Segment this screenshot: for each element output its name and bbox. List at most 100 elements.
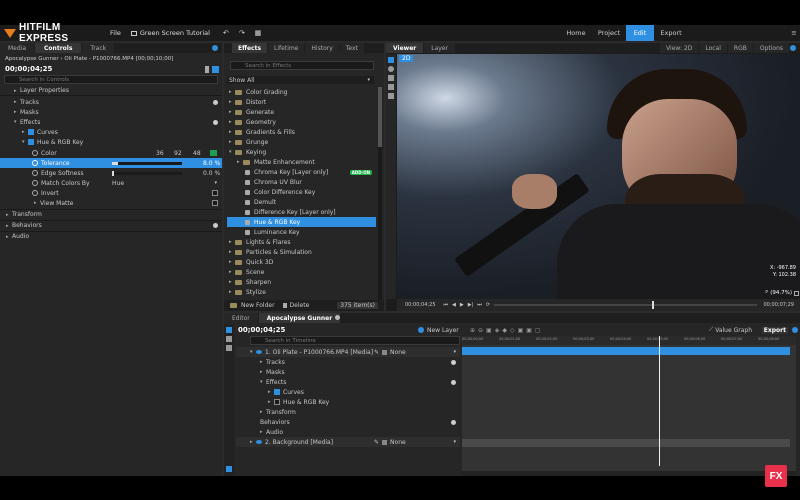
color-b-value[interactable]: 48: [193, 150, 201, 157]
grid-layout-icon[interactable]: ▦: [252, 27, 264, 39]
space-select[interactable]: Local: [699, 43, 727, 53]
timeline-row-hue_rgb[interactable]: ▸ Hue & RGB Key: [236, 397, 460, 407]
timeline-row-layer1[interactable]: ▾ 1. Oli Plate - P1000766.MP4 [Media] ✎ Non…: [236, 347, 460, 357]
effect-category[interactable]: ▸ Geometry: [227, 117, 376, 127]
edge-softness-value[interactable]: 0.0 %: [203, 170, 220, 177]
magnet-icon[interactable]: [226, 466, 232, 472]
tolerance-value[interactable]: 8.0 %: [203, 160, 220, 167]
effect-item[interactable]: Hue & RGB Key: [227, 217, 376, 227]
invert-checkbox[interactable]: [212, 190, 218, 196]
options-menu[interactable]: Options: [753, 43, 789, 53]
tab-controls[interactable]: Controls: [35, 43, 82, 53]
section-behaviors[interactable]: ▸ Behaviors: [0, 220, 222, 230]
value-graph-button[interactable]: ⟋ Value Graph: [709, 326, 752, 334]
redo-icon[interactable]: ↷: [236, 27, 248, 39]
timeline-row-tracks[interactable]: ▸ Tracks: [236, 357, 460, 367]
slice-tool-icon[interactable]: [226, 345, 232, 351]
checkbox[interactable]: [28, 129, 34, 135]
loop-icon[interactable]: ⟳: [486, 302, 490, 308]
timeline-search-input[interactable]: Search in Timeline: [250, 336, 460, 345]
prev-frame-icon[interactable]: ◀: [452, 302, 456, 308]
effect-category[interactable]: ▸ Scene: [227, 267, 376, 277]
tab-apocalypse-gunner[interactable]: Apocalypse Gunner: [258, 313, 341, 323]
tab-export[interactable]: Export: [654, 25, 688, 41]
delete-button[interactable]: Delete: [290, 302, 310, 309]
controls-search-input[interactable]: Search in Controls: [4, 75, 218, 84]
view-mode-select[interactable]: View: 2D: [660, 43, 699, 53]
slip-tool-icon[interactable]: [226, 336, 232, 342]
clip-layer2[interactable]: [462, 439, 790, 447]
help-icon[interactable]: [792, 327, 798, 333]
clip-layer1[interactable]: [462, 347, 790, 355]
tab-text[interactable]: Text: [339, 43, 364, 53]
scrubber-playhead[interactable]: [652, 301, 655, 309]
eye-icon[interactable]: [256, 350, 262, 354]
select-tool-icon[interactable]: [226, 327, 232, 333]
edge-softness-slider[interactable]: [112, 170, 182, 176]
tab-lifetime[interactable]: Lifetime: [268, 43, 305, 53]
section-tracks[interactable]: ▸ Tracks: [0, 97, 222, 107]
effect-category[interactable]: ▸ Distort: [227, 97, 376, 107]
goto-start-icon[interactable]: ⏮: [444, 302, 449, 308]
match-colors-select[interactable]: Hue: [112, 179, 216, 187]
checkbox[interactable]: [274, 399, 280, 405]
effect-category[interactable]: ▸ Grunge: [227, 137, 376, 147]
param-match-colors-by[interactable]: Match Colors By Hue ▾: [0, 178, 222, 188]
chevron-down-icon[interactable]: ▾: [453, 439, 456, 445]
timeline-row-transform[interactable]: ▸ Transform: [236, 407, 460, 417]
effect-item[interactable]: Chroma Key [Layer only] ADD-ON: [227, 167, 376, 177]
timeline-row-layer2[interactable]: ▸ 2. Background [Media] ✎ None ▾: [236, 437, 460, 447]
blend-mode-select[interactable]: ✎ None: [374, 439, 406, 446]
section-transform[interactable]: ▸ Transform: [0, 209, 222, 219]
param-color[interactable]: Color 36 92 48: [0, 148, 222, 158]
timeline-row-curves[interactable]: ▸ Curves: [236, 387, 460, 397]
next-frame-icon[interactable]: ▶|: [468, 302, 474, 308]
tab-edit[interactable]: Edit: [626, 25, 654, 41]
tab-viewer[interactable]: Viewer: [386, 43, 424, 53]
effect-category[interactable]: ▾ Keying: [227, 147, 376, 157]
effect-hue-rgb-key[interactable]: ▾ Hue & RGB Key: [0, 137, 222, 147]
add-icon[interactable]: [213, 99, 218, 105]
tab-media[interactable]: Media: [0, 43, 35, 53]
select-tool-icon[interactable]: [388, 57, 394, 63]
eye-icon[interactable]: [256, 440, 262, 444]
section-masks[interactable]: ▸ Masks: [0, 107, 222, 117]
timeline-playhead[interactable]: [659, 336, 660, 466]
tab-track[interactable]: Track: [82, 43, 115, 53]
param-edge-softness[interactable]: Edge Softness 0.0 %: [0, 168, 222, 178]
tab-home[interactable]: Home: [560, 25, 592, 41]
keyframe-icon[interactable]: [32, 180, 38, 186]
timeline-row-behaviors[interactable]: Behaviors: [236, 417, 460, 427]
tab-layer[interactable]: Layer: [424, 43, 455, 53]
add-icon[interactable]: [451, 419, 456, 425]
tab-editor[interactable]: Editor: [224, 313, 258, 323]
effect-subcategory[interactable]: ▸ Matte Enhancement: [227, 157, 376, 167]
effect-item[interactable]: Color Difference Key: [227, 187, 376, 197]
effect-category[interactable]: ▸ Gradients & Fills: [227, 127, 376, 137]
viewer-expand-icon[interactable]: [794, 291, 799, 296]
help-icon[interactable]: [212, 45, 218, 51]
new-layer-button[interactable]: New Layer: [418, 327, 459, 334]
new-folder-button[interactable]: New Folder: [241, 302, 275, 309]
param-view-matte[interactable]: ▸ View Matte: [0, 198, 222, 208]
timeline-row-audio[interactable]: ▸ Audio: [236, 427, 460, 437]
keyframe-icon[interactable]: [32, 190, 38, 196]
timeline-row-effects[interactable]: ▾ Effects: [236, 377, 460, 387]
project-menu[interactable]: Green Screen Tutorial: [130, 29, 210, 37]
export-button[interactable]: Export: [761, 326, 788, 334]
effect-category[interactable]: ▸ Particles & Simulation: [227, 247, 376, 257]
channel-select[interactable]: RGB: [727, 43, 753, 53]
goto-end-icon[interactable]: ⏭: [477, 302, 482, 308]
add-icon[interactable]: [213, 223, 218, 228]
effect-item[interactable]: Difference Key [Layer only]: [227, 207, 376, 217]
pin-icon[interactable]: [205, 65, 209, 73]
undo-icon[interactable]: ↶: [220, 27, 232, 39]
effect-category[interactable]: ▸ Generate: [227, 107, 376, 117]
section-audio[interactable]: ▸ Audio: [0, 231, 222, 241]
effect-item[interactable]: Luminance Key: [227, 227, 376, 237]
effects-filter-select[interactable]: Show All ▾: [227, 76, 374, 84]
color-r-value[interactable]: 36: [156, 150, 164, 157]
timecode[interactable]: 00;00;04;25: [5, 65, 52, 73]
tab-effects[interactable]: Effects: [232, 43, 268, 53]
zoom-control[interactable]: ⌕ (94.7%): [765, 289, 792, 296]
